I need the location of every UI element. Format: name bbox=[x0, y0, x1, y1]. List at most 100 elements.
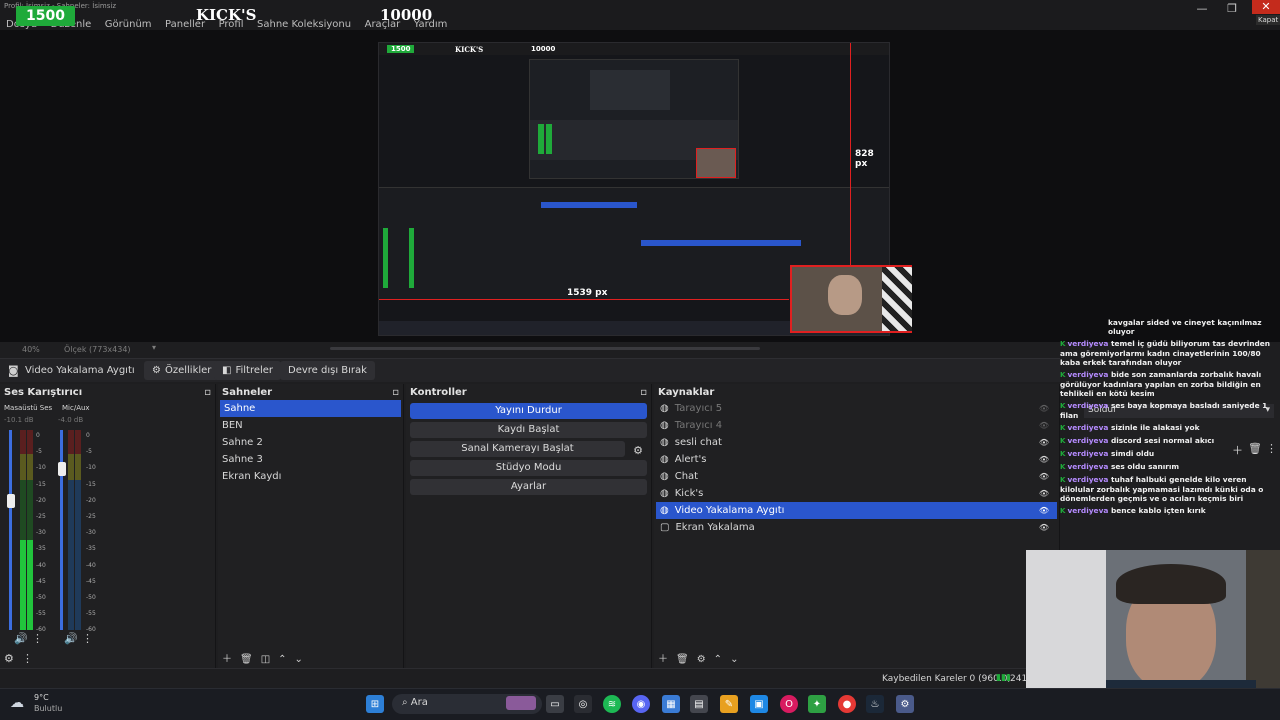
close-icon[interactable]: ✕ bbox=[1252, 0, 1280, 14]
scene-item-ekran-kaydi[interactable]: Ekran Kaydı bbox=[218, 468, 403, 485]
steam-icon[interactable]: ♨ bbox=[866, 695, 884, 713]
scene-item-ben[interactable]: BEN bbox=[218, 417, 403, 434]
settings-app-icon[interactable]: ⚙ bbox=[896, 695, 914, 713]
start-recording-button[interactable]: Kaydı Başlat bbox=[410, 422, 647, 438]
height-measure-label: 828 px bbox=[855, 149, 874, 169]
source-item[interactable]: ◍ Tarayıcı 5 👁 bbox=[656, 400, 1057, 417]
store-icon[interactable]: ▦ bbox=[662, 695, 680, 713]
mic-volume-handle[interactable] bbox=[58, 462, 66, 476]
remove-source-icon[interactable]: 🗑 bbox=[676, 654, 689, 665]
start-icon[interactable]: ⊞ bbox=[366, 695, 384, 713]
scene-item-sahne-3[interactable]: Sahne 3 bbox=[218, 451, 403, 468]
chevron-down-icon[interactable]: ▾ bbox=[152, 343, 156, 352]
obs-icon[interactable]: ◎ bbox=[574, 695, 592, 713]
source-item[interactable]: ◍ Alert's 👁 bbox=[656, 451, 1057, 468]
deactivate-button[interactable]: Devre dışı Bırak bbox=[280, 361, 375, 380]
source-item[interactable]: ◍ Kick's 👁 bbox=[656, 485, 1057, 502]
source-item[interactable]: ◍ Tarayıcı 4 👁 bbox=[656, 417, 1057, 434]
source-item-label: sesli chat bbox=[674, 437, 722, 448]
arrow-down-icon[interactable]: ⌄ bbox=[730, 654, 738, 665]
arrow-up-icon[interactable]: ⌃ bbox=[278, 654, 286, 665]
source-item[interactable]: ▢ Ekran Yakalama 👁 bbox=[656, 519, 1057, 536]
mic-volume-slider[interactable] bbox=[60, 430, 63, 630]
source-item[interactable]: ◍ Video Yakalama Aygıtı 👁 bbox=[656, 502, 1057, 519]
mixer-gear-icon[interactable]: ⚙ bbox=[4, 652, 14, 665]
properties-button[interactable]: ⚙ Özellikler bbox=[144, 361, 220, 380]
scene-item-sahne-2[interactable]: Sahne 2 bbox=[218, 434, 403, 451]
kick-badge-icon: K bbox=[1060, 424, 1066, 432]
game-icon[interactable]: ✦ bbox=[808, 695, 826, 713]
visibility-icon[interactable]: 👁 bbox=[1039, 472, 1049, 481]
add-source-icon[interactable]: ＋ bbox=[658, 654, 668, 665]
camera-icon: ◙ bbox=[8, 364, 19, 377]
browser-icon: ◍ bbox=[660, 471, 669, 482]
settings-button[interactable]: Ayarlar bbox=[410, 479, 647, 495]
visibility-icon[interactable]: 👁 bbox=[1039, 404, 1049, 413]
trash-icon[interactable]: 🗑 bbox=[240, 654, 253, 665]
chat-username: verdiyeva bbox=[1067, 506, 1109, 515]
dropped-frames: Kaybedilen Kareler 0 (960.0) bbox=[882, 674, 1011, 684]
zoom-level[interactable]: 40% bbox=[22, 345, 40, 354]
dock-float-icon[interactable]: ▫ bbox=[640, 387, 647, 398]
menu-view[interactable]: Görünüm bbox=[105, 19, 152, 30]
desktop-volume-handle[interactable] bbox=[7, 494, 15, 508]
weather-desc[interactable]: Bulutlu bbox=[34, 704, 62, 713]
width-measure-label: 1539 px bbox=[567, 288, 608, 298]
mic-speaker-icon[interactable]: 🔊 bbox=[64, 632, 78, 645]
browser-icon: ◍ bbox=[660, 454, 669, 465]
visibility-icon[interactable]: 👁 bbox=[1039, 523, 1049, 532]
visibility-icon[interactable]: 👁 bbox=[1039, 455, 1049, 464]
guide-horizontal bbox=[379, 299, 789, 300]
visibility-icon[interactable]: 👁 bbox=[1039, 421, 1049, 430]
discord-icon[interactable]: ◉ bbox=[632, 695, 650, 713]
cloud-icon: ☁ bbox=[10, 695, 24, 711]
gear-icon: ⚙ bbox=[152, 365, 161, 376]
opera-icon[interactable]: O bbox=[780, 695, 798, 713]
source-settings-icon[interactable]: ⚙ bbox=[697, 654, 706, 665]
audio-mixer-title: Ses Karıştırıcı bbox=[4, 387, 83, 398]
pen-icon[interactable]: ✎ bbox=[720, 695, 738, 713]
virtual-camera-gear-icon[interactable]: ⚙ bbox=[633, 444, 643, 457]
photos-icon[interactable]: ▣ bbox=[750, 695, 768, 713]
kick-badge-icon: K bbox=[1060, 340, 1066, 348]
filter-icon[interactable]: ◫ bbox=[261, 654, 270, 665]
chat-message: Kverdiyeva bide son zamanlarda zorbalık … bbox=[1060, 370, 1280, 398]
taskbar-search[interactable]: ⌕ Ara bbox=[392, 694, 542, 714]
mixer-menu-icon[interactable]: ⋮ bbox=[22, 652, 33, 665]
dock-float-icon[interactable]: ▫ bbox=[204, 387, 211, 398]
chat-message: Kverdiyeva temel iç güdü biliyorum tas d… bbox=[1060, 339, 1280, 367]
weather-temp[interactable]: 9°C bbox=[34, 693, 49, 702]
filters-button[interactable]: ◧ Filtreler bbox=[214, 361, 282, 380]
menu-scene-collection[interactable]: Sahne Koleksiyonu bbox=[257, 19, 351, 30]
arrow-up-icon[interactable]: ⌃ bbox=[714, 654, 722, 665]
desktop-volume-slider[interactable] bbox=[9, 430, 12, 630]
meter-scale-left: 0 -5 -10 -15 -20 -25 -30 -35 -40 -45 -50 -55 -60 bbox=[36, 432, 46, 634]
minimize-icon[interactable]: — bbox=[1192, 2, 1212, 15]
desktop-speaker-icon[interactable]: 🔊 bbox=[14, 632, 28, 645]
visibility-icon[interactable]: 👁 bbox=[1039, 438, 1049, 447]
spotify-icon[interactable]: ≋ bbox=[603, 695, 621, 713]
start-virtual-camera-button[interactable]: Sanal Kamerayı Başlat bbox=[410, 441, 625, 457]
selected-source-bounds[interactable] bbox=[790, 265, 912, 333]
title-bar: Profil: İsimsiz - Sahneler: İsimsiz Dosy… bbox=[0, 0, 1280, 30]
goal-count-overlay: 10000 bbox=[380, 6, 433, 24]
scene-item-sahne[interactable]: Sahne bbox=[220, 400, 401, 417]
record-icon[interactable]: ● bbox=[838, 695, 856, 713]
dock-float-icon[interactable]: ▫ bbox=[392, 387, 399, 398]
horizontal-scrollbar[interactable] bbox=[330, 347, 760, 350]
studio-mode-button[interactable]: Stüdyo Modu bbox=[410, 460, 647, 476]
mic-menu-icon[interactable]: ⋮ bbox=[82, 632, 93, 645]
app-icon[interactable]: ▤ bbox=[690, 695, 708, 713]
restore-icon[interactable]: ❐ bbox=[1222, 2, 1242, 15]
task-view-icon[interactable]: ▭ bbox=[546, 695, 564, 713]
chat-message: Kverdiyeva simdi oldu bbox=[1060, 449, 1280, 459]
source-item[interactable]: ◍ sesli chat 👁 bbox=[656, 434, 1057, 451]
mini-goal: 10000 bbox=[531, 45, 556, 53]
stop-streaming-button[interactable]: Yayını Durdur bbox=[410, 403, 647, 419]
add-icon[interactable]: ＋ bbox=[222, 654, 232, 665]
arrow-down-icon[interactable]: ⌄ bbox=[295, 654, 303, 665]
desktop-menu-icon[interactable]: ⋮ bbox=[32, 632, 43, 645]
visibility-icon[interactable]: 👁 bbox=[1039, 489, 1049, 498]
source-item[interactable]: ◍ Chat 👁 bbox=[656, 468, 1057, 485]
visibility-icon[interactable]: 👁 bbox=[1039, 506, 1049, 515]
